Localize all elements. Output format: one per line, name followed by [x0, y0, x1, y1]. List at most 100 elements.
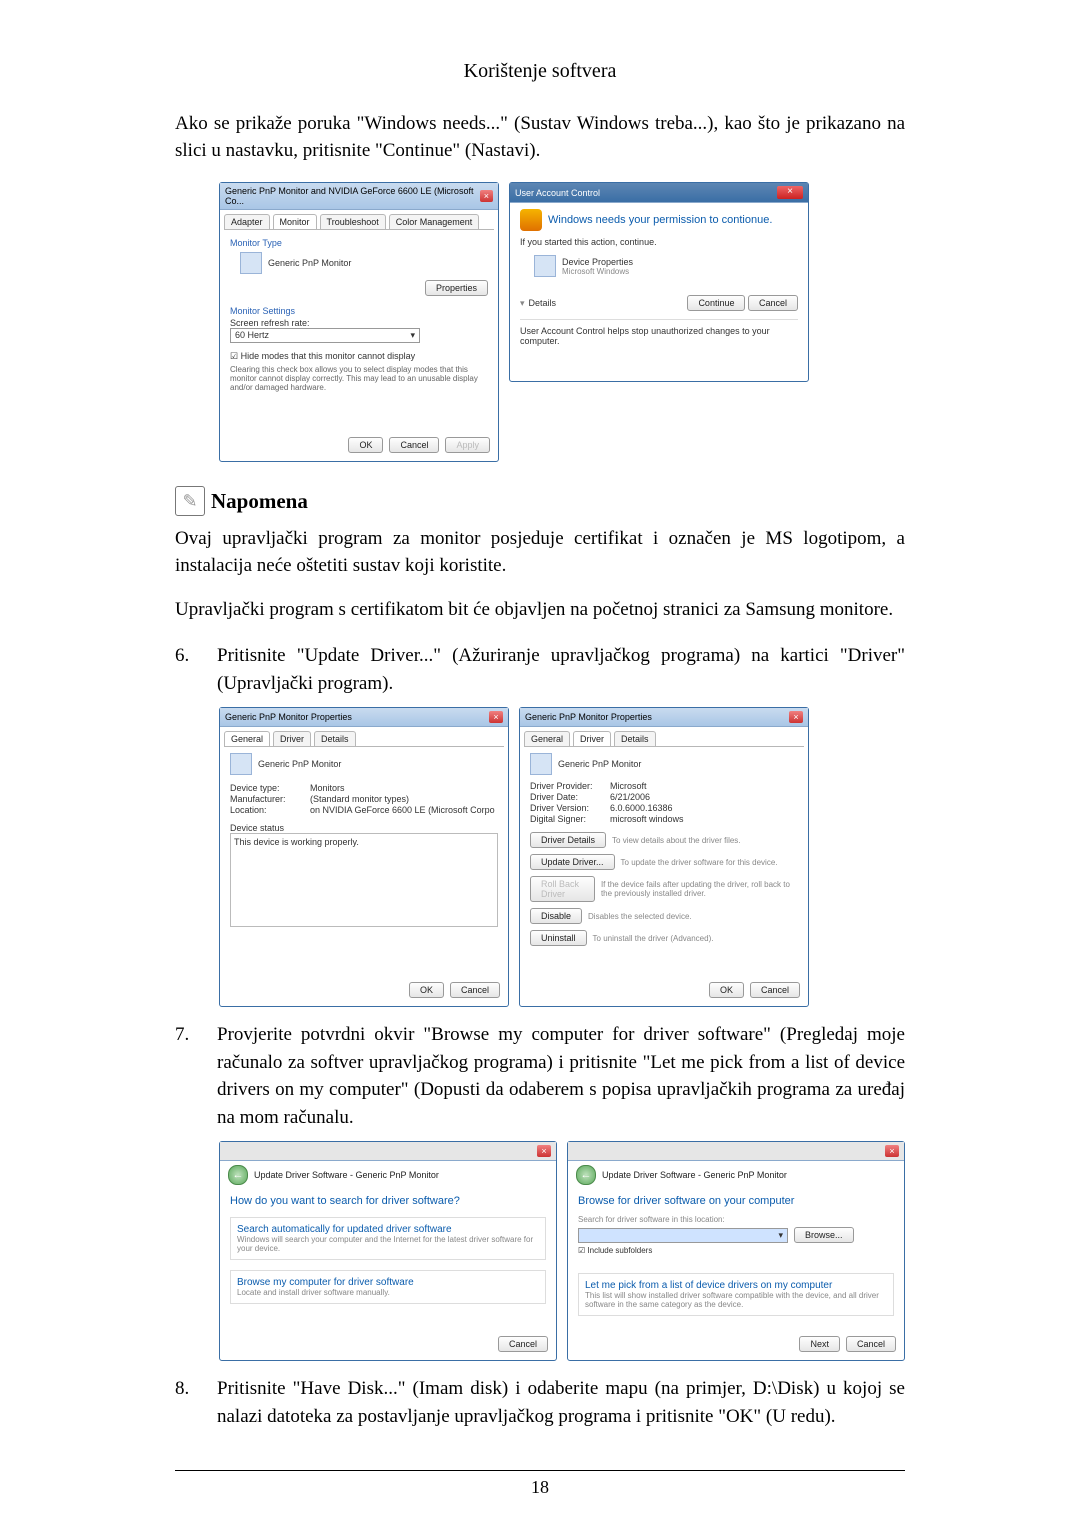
option-title: Let me pick from a list of device driver… [585, 1280, 887, 1291]
location-select[interactable]: ▾ [578, 1228, 788, 1243]
device-name: Generic PnP Monitor [258, 759, 341, 769]
kv-val: 6.0.6000.16386 [610, 803, 673, 813]
chevron-down-icon[interactable]: ▾ [520, 298, 525, 309]
step-7: 7. Provjerite potvrdni okvir "Browse my … [175, 1021, 905, 1131]
wizard-heading: Browse for driver software on your compu… [578, 1195, 894, 1207]
close-icon[interactable]: × [777, 186, 803, 199]
uac-app-name: Device Properties [562, 257, 633, 267]
option-browse-computer[interactable]: Browse my computer for driver software L… [230, 1270, 546, 1304]
monitor-name: Generic PnP Monitor [268, 258, 351, 268]
apply-button[interactable]: Apply [445, 437, 490, 453]
close-icon[interactable]: × [537, 1145, 551, 1157]
device-name: Generic PnP Monitor [558, 759, 641, 769]
option-auto-search[interactable]: Search automatically for updated driver … [230, 1217, 546, 1260]
tab-details[interactable]: Details [614, 731, 656, 746]
group-monitor-type: Monitor Type [230, 238, 488, 248]
uac-headline: Windows needs your permission to contion… [548, 214, 772, 226]
disable-button[interactable]: Disable [530, 908, 582, 924]
step-number: 7. [175, 1021, 217, 1131]
screenshot-row-2: Generic PnP Monitor Properties× General … [219, 707, 905, 1007]
btn-desc: To update the driver software for this d… [621, 858, 778, 867]
kv-key: Device type: [230, 783, 310, 793]
tabs: Adapter Monitor Troubleshoot Color Manag… [224, 214, 494, 230]
tab-general[interactable]: General [224, 731, 270, 746]
step-text: Provjerite potvrdni okvir "Browse my com… [217, 1021, 905, 1131]
cancel-button[interactable]: Cancel [450, 982, 500, 998]
note-heading-row: ✎ Napomena [175, 486, 905, 516]
screenshot-row-3: × ← Update Driver Software - Generic PnP … [219, 1141, 905, 1361]
app-icon [534, 255, 556, 277]
hide-modes-checkbox[interactable]: Hide modes that this monitor cannot disp… [230, 351, 488, 362]
cancel-button[interactable]: Cancel [498, 1336, 548, 1352]
window-uac: User Account Control × Windows needs your… [509, 182, 809, 382]
include-subfolders-checkbox[interactable]: Include subfolders [578, 1246, 894, 1255]
kv-key: Manufacturer: [230, 794, 310, 804]
step-number: 8. [175, 1375, 217, 1430]
close-icon[interactable]: × [480, 190, 493, 202]
cancel-button[interactable]: Cancel [846, 1336, 896, 1352]
window-monitor-properties: Generic PnP Monitor and NVIDIA GeForce 6… [219, 182, 499, 462]
paragraph-intro: Ako se prikaže poruka "Windows needs..."… [175, 111, 905, 164]
screenshot-row-1: Generic PnP Monitor and NVIDIA GeForce 6… [219, 182, 905, 462]
chevron-down-icon: ▾ [778, 1230, 783, 1241]
document-page: Korištenje softvera Ako se prikaže poruk… [0, 0, 1080, 1538]
window-title: Generic PnP Monitor Properties [225, 712, 352, 722]
section-title: Korištenje softvera [175, 60, 905, 83]
kv-val: microsoft windows [610, 814, 684, 824]
kv-key: Driver Version: [530, 803, 610, 813]
close-icon[interactable]: × [489, 711, 503, 723]
back-icon[interactable]: ← [228, 1165, 248, 1185]
monitor-icon [530, 753, 552, 775]
tab-details[interactable]: Details [314, 731, 356, 746]
tab-color-management[interactable]: Color Management [389, 214, 480, 229]
wizard-breadcrumb: Update Driver Software - Generic PnP Mon… [602, 1170, 787, 1180]
ok-button[interactable]: OK [709, 982, 744, 998]
shield-icon [520, 209, 542, 231]
tab-monitor[interactable]: Monitor [273, 214, 317, 229]
tab-driver[interactable]: Driver [273, 731, 311, 746]
btn-desc: To view details about the driver files. [612, 836, 741, 845]
kv-key: Location: [230, 805, 310, 815]
tab-general[interactable]: General [524, 731, 570, 746]
hide-modes-desc: Clearing this check box allows you to se… [230, 365, 488, 392]
window-title: User Account Control [515, 188, 600, 198]
back-icon[interactable]: ← [576, 1165, 596, 1185]
window-device-general: Generic PnP Monitor Properties× General … [219, 707, 509, 1007]
ok-button[interactable]: OK [348, 437, 383, 453]
properties-button[interactable]: Properties [425, 280, 488, 296]
cancel-button[interactable]: Cancel [389, 437, 439, 453]
option-title: Search automatically for updated driver … [237, 1224, 539, 1235]
driver-details-button[interactable]: Driver Details [530, 832, 606, 848]
tab-troubleshoot[interactable]: Troubleshoot [320, 214, 386, 229]
btn-desc: To uninstall the driver (Advanced). [593, 934, 714, 943]
next-button[interactable]: Next [799, 1336, 840, 1352]
rollback-driver-button[interactable]: Roll Back Driver [530, 876, 595, 902]
kv-key: Driver Provider: [530, 781, 610, 791]
device-status-box: This device is working properly. [230, 833, 498, 927]
continue-button[interactable]: Continue [687, 295, 745, 311]
uninstall-button[interactable]: Uninstall [530, 930, 587, 946]
window-update-driver-2: × ← Update Driver Software - Generic PnP … [567, 1141, 905, 1361]
close-icon[interactable]: × [885, 1145, 899, 1157]
wizard-heading: How do you want to search for driver sof… [230, 1195, 546, 1207]
kv-key: Driver Date: [530, 792, 610, 802]
page-number: 18 [175, 1477, 905, 1498]
tab-adapter[interactable]: Adapter [224, 214, 270, 229]
option-pick-from-list[interactable]: Let me pick from a list of device driver… [578, 1273, 894, 1316]
close-icon[interactable]: × [789, 711, 803, 723]
uac-details[interactable]: Details [529, 298, 557, 308]
window-title: Generic PnP Monitor and NVIDIA GeForce 6… [225, 186, 480, 206]
btn-desc: Disables the selected device. [588, 912, 692, 921]
tab-driver[interactable]: Driver [573, 731, 611, 746]
cancel-button[interactable]: Cancel [750, 982, 800, 998]
cancel-button[interactable]: Cancel [748, 295, 798, 311]
ok-button[interactable]: OK [409, 982, 444, 998]
update-driver-button[interactable]: Update Driver... [530, 854, 615, 870]
step-6: 6. Pritisnite "Update Driver..." (Ažurir… [175, 642, 905, 697]
browse-button[interactable]: Browse... [794, 1227, 854, 1243]
step-number: 6. [175, 642, 217, 697]
refresh-rate-select[interactable]: 60 Hertz▾ [230, 328, 420, 343]
footer-divider [175, 1470, 905, 1471]
kv-val: on NVIDIA GeForce 6600 LE (Microsoft Cor… [310, 805, 495, 815]
window-title: Generic PnP Monitor Properties [525, 712, 652, 722]
